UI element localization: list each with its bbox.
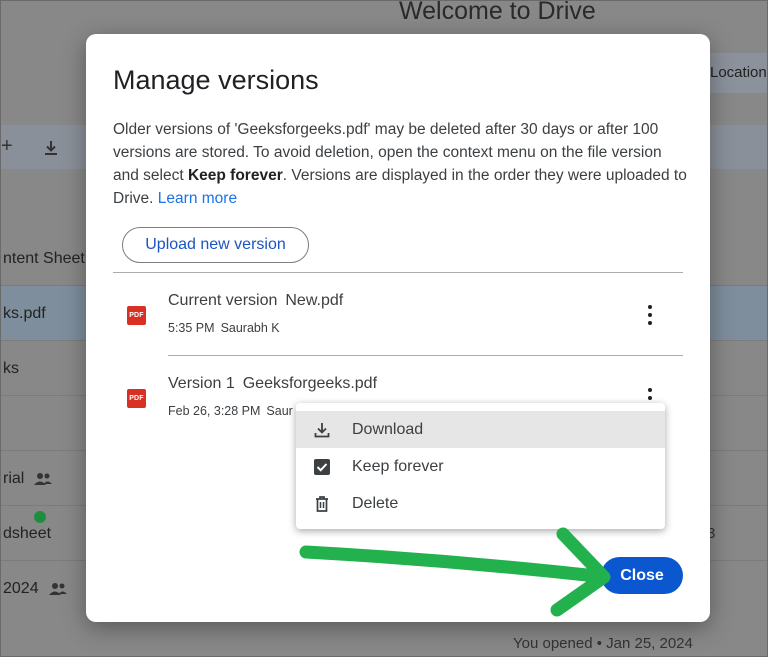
divider	[168, 355, 683, 356]
menu-item-keep-forever[interactable]: Keep forever	[296, 448, 665, 485]
trash-icon	[316, 496, 328, 512]
file-name: ks.pdf	[3, 305, 46, 322]
file-name: ntent Sheet	[3, 250, 85, 267]
location-header-label: Location	[710, 64, 767, 81]
version-name: Version 1 Geeksforgeeks.pdf	[168, 375, 377, 393]
version-time: 5:35 PM	[168, 321, 215, 335]
version-meta: 5:35 PM Saurabh K	[168, 321, 280, 335]
last-opened-text: You opened • Jan 25, 2024	[513, 635, 693, 652]
file-name: dsheet	[3, 525, 52, 542]
version-context-menu: Download Keep forever Delete	[296, 403, 665, 529]
version-meta: Feb 26, 3:28 PM Saur	[168, 404, 293, 418]
checkbox-checked-icon	[314, 459, 330, 475]
add-person-icon[interactable]: +	[1, 135, 13, 158]
version-label: Current version	[168, 292, 278, 309]
version-name: Current version New.pdf	[168, 292, 343, 310]
manage-versions-dialog: Manage versions Older versions of 'Geeks…	[86, 34, 710, 622]
menu-item-label: Delete	[352, 495, 399, 512]
description-bold-text: Keep forever	[187, 167, 283, 184]
menu-item-label: Keep forever	[352, 458, 444, 475]
shared-people-icon	[49, 583, 67, 595]
upload-new-version-button[interactable]: Upload new version	[122, 227, 309, 263]
version-author: Saur	[266, 404, 293, 418]
download-icon	[314, 423, 330, 438]
dialog-description: Older versions of 'Geeksforgeeks.pdf' ma…	[113, 118, 688, 210]
menu-item-delete[interactable]: Delete	[296, 485, 665, 522]
file-name: ks	[3, 360, 19, 377]
version-filename: New.pdf	[285, 292, 344, 309]
menu-item-download[interactable]: Download	[296, 411, 665, 448]
version-author: Saurabh K	[220, 321, 280, 335]
download-icon[interactable]	[41, 138, 61, 158]
version-time: Feb 26, 3:28 PM	[168, 404, 261, 418]
file-name: rial	[3, 470, 25, 487]
dialog-title: Manage versions	[113, 65, 319, 95]
version-label: Version 1	[168, 375, 235, 392]
divider	[113, 272, 683, 273]
more-options-icon[interactable]	[640, 303, 660, 327]
pdf-file-icon: PDF	[127, 306, 146, 325]
shared-people-icon	[34, 473, 52, 485]
drive-welcome-title: Welcome to Drive	[399, 0, 596, 25]
pdf-file-icon: PDF	[127, 389, 146, 408]
menu-item-label: Download	[352, 421, 424, 438]
version-filename: Geeksforgeeks.pdf	[242, 375, 378, 392]
file-name: 2024	[3, 580, 39, 597]
close-button[interactable]: Close	[601, 557, 683, 594]
learn-more-link[interactable]: Learn more	[158, 190, 237, 207]
